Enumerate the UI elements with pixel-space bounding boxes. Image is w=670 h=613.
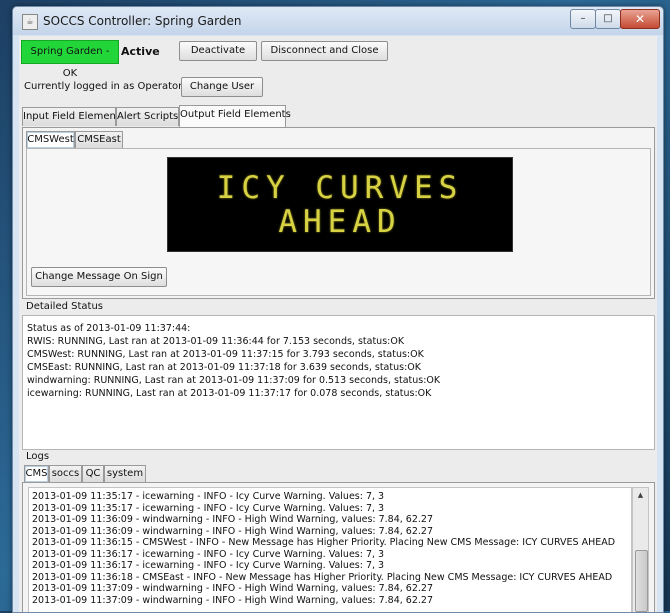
log-entry: 2013-01-09 11:36:17 - icewarning - INFO …	[32, 548, 385, 560]
detailed-status-label: Detailed Status	[26, 301, 104, 312]
disconnect-close-button[interactable]: Disconnect and Close	[261, 41, 388, 61]
detail-line: Status as of 2013-01-09 11:37:44:	[27, 323, 191, 334]
close-button[interactable]: ✕	[620, 9, 660, 29]
tab-log-soccs[interactable]: soccs	[49, 465, 82, 482]
tab-cmseast[interactable]: CMSEast	[75, 131, 123, 148]
deactivate-button[interactable]: Deactivate	[179, 41, 257, 61]
title-bar: ☕ SOCCS Controller: Spring Garden – □ ✕	[13, 7, 663, 35]
log-entry: 2013-01-09 11:36:15 - CMSWest - INFO - N…	[32, 537, 616, 548]
tab-output-field-elements[interactable]: Output Field Elements	[179, 105, 291, 127]
maximize-button[interactable]: □	[595, 9, 621, 29]
logs-label: Logs	[26, 451, 50, 462]
app-window: ☕ SOCCS Controller: Spring Garden – □ ✕ …	[12, 6, 664, 613]
log-entry: 2013-01-09 11:37:09 - windwarning - INFO…	[32, 594, 434, 606]
detail-line: CMSWest: RUNNING, Last ran at 2013-01-09…	[27, 349, 424, 360]
client-area: Spring Garden - OK Active Deactivate Dis…	[19, 36, 657, 612]
log-entry: 2013-01-09 11:36:09 - windwarning - INFO…	[32, 525, 434, 537]
log-entry: 2013-01-09 11:36:17 - icewarning - INFO …	[32, 560, 385, 571]
detail-line: CMSEast: RUNNING, Last ran at 2013-01-09…	[27, 362, 421, 373]
log-entry: 2013-01-09 11:36:18 - CMSEast - INFO - N…	[32, 571, 613, 583]
tab-log-cms[interactable]: CMS	[24, 465, 49, 482]
output-field-panel: CMSWest CMSEast ICY CURVES AHEAD Change …	[22, 127, 655, 299]
change-message-button[interactable]: Change Message On Sign	[31, 267, 167, 287]
log-entry: 2013-01-09 11:36:09 - windwarning - INFO…	[32, 514, 434, 525]
log-scrollbar[interactable]: ▲	[632, 487, 649, 612]
sign-line-2: AHEAD	[278, 203, 402, 240]
sign-panel: ICY CURVES AHEAD Change Message On Sign	[26, 148, 651, 296]
login-status-text: Currently logged in as Operator	[24, 81, 183, 92]
sign-line-1: ICY CURVES	[216, 169, 464, 206]
change-user-button[interactable]: Change User	[181, 77, 263, 97]
minimize-button[interactable]: –	[570, 9, 596, 29]
scroll-up-arrow-icon[interactable]: ▲	[633, 488, 648, 502]
java-app-icon: ☕	[22, 14, 38, 30]
detail-line: RWIS: RUNNING, Last ran at 2013-01-09 11…	[27, 336, 405, 347]
log-panel: 2013-01-09 11:35:17 - icewarning - INFO …	[22, 482, 655, 612]
detail-line: windwarning: RUNNING, Last ran at 2013-0…	[27, 375, 441, 386]
tab-log-system[interactable]: system	[104, 465, 146, 482]
scroll-thumb[interactable]	[635, 550, 648, 612]
message-sign-display: ICY CURVES AHEAD	[167, 157, 513, 252]
log-entry: 2013-01-09 11:37:09 - windwarning - INFO…	[32, 583, 434, 594]
tab-cmswest[interactable]: CMSWest	[26, 131, 75, 148]
status-badge: Spring Garden - OK	[21, 40, 119, 79]
tab-alert-scripts[interactable]: Alert Scripts	[116, 107, 179, 126]
tab-input-field-elements[interactable]: Input Field Elements	[22, 107, 125, 126]
log-entry: 2013-01-09 11:35:17 - icewarning - INFO …	[32, 502, 385, 514]
log-entry: 2013-01-09 11:35:17 - icewarning - INFO …	[32, 491, 385, 502]
detail-line: icewarning: RUNNING, Last ran at 2013-01…	[27, 388, 432, 399]
log-list[interactable]: 2013-01-09 11:35:17 - icewarning - INFO …	[28, 487, 632, 612]
window-title: SOCCS Controller: Spring Garden	[43, 14, 242, 28]
tab-log-qc[interactable]: QC	[82, 465, 104, 482]
status-state: Active	[121, 45, 160, 58]
detailed-status-area: Status as of 2013-01-09 11:37:44: RWIS: …	[22, 315, 655, 450]
